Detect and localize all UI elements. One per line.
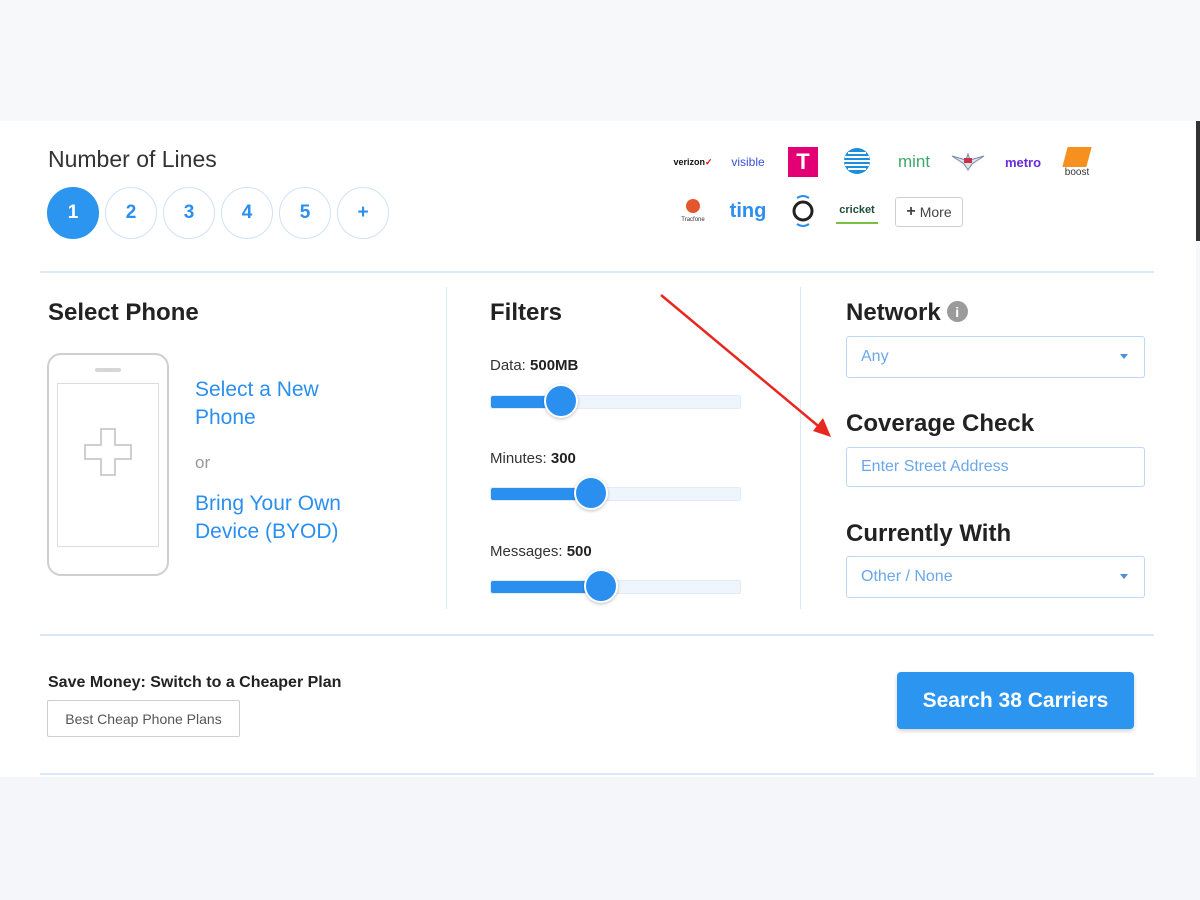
byod-link[interactable]: Bring Your Own Device (BYOD) (195, 490, 385, 546)
save-money-title: Save Money: Switch to a Cheaper Plan (48, 674, 342, 691)
divider-col1 (446, 287, 447, 609)
messages-slider-label: Messages: 500 (490, 543, 592, 560)
carrier-cricket-logo[interactable]: cricket (836, 198, 878, 224)
carrier-usmobile-logo[interactable] (948, 148, 988, 174)
chevron-down-icon (1120, 354, 1128, 359)
lines-title: Number of Lines (48, 146, 217, 172)
xfinity-ring-icon (792, 195, 814, 227)
carrier-xfinity-logo[interactable] (788, 192, 818, 230)
page-scrollbar[interactable] (1196, 121, 1200, 241)
carrier-tracfone-logo[interactable]: Tracfone (674, 193, 712, 229)
divider-bottom (40, 773, 1154, 775)
data-slider-handle[interactable] (543, 384, 578, 418)
boost-arrow-icon (1062, 146, 1092, 167)
data-slider-label: Data: 500MB (490, 357, 579, 374)
network-select[interactable]: Any (846, 336, 1145, 378)
current-carrier-select[interactable]: Other / None (846, 556, 1145, 598)
info-icon[interactable]: i (946, 301, 968, 323)
messages-slider-handle[interactable] (583, 569, 618, 603)
line-count-selector: 1 2 3 4 5 + (47, 187, 389, 239)
line-button-2[interactable]: 2 (105, 187, 157, 239)
network-title: Network i (846, 299, 968, 327)
tracfone-flame-icon (686, 199, 700, 213)
coverage-title: Coverage Check (846, 410, 1035, 437)
minutes-slider-handle[interactable] (573, 476, 608, 510)
carrier-ting-logo[interactable]: ting (728, 198, 768, 224)
cheap-plans-button[interactable]: Best Cheap Phone Plans (47, 700, 240, 737)
minutes-slider-label: Minutes: 300 (490, 450, 576, 467)
select-new-phone-link[interactable]: Select a New Phone (195, 376, 365, 432)
currently-with-title: Currently With (846, 520, 1012, 547)
add-phone-plus-icon (84, 428, 132, 476)
divider-top (40, 271, 1154, 273)
carrier-att-logo[interactable] (841, 145, 873, 177)
filters-title: Filters (490, 299, 563, 326)
line-button-4[interactable]: 4 (221, 187, 273, 239)
divider-middle (40, 634, 1154, 636)
line-button-more[interactable]: + (337, 187, 389, 239)
messages-slider[interactable] (490, 569, 741, 603)
carrier-mint-logo[interactable]: mint (892, 148, 936, 176)
carrier-boost-logo[interactable]: boost (1056, 143, 1098, 181)
phone-screen (57, 383, 159, 547)
line-button-3[interactable]: 3 (163, 187, 215, 239)
carrier-visible-logo[interactable]: visible (726, 150, 770, 174)
phone-placeholder[interactable] (47, 353, 169, 576)
street-address-input[interactable] (846, 447, 1145, 487)
select-phone-title: Select Phone (48, 299, 199, 326)
usmobile-wings-icon (951, 152, 985, 171)
plus-icon: + (906, 203, 916, 220)
annotation-arrow-icon (660, 294, 831, 437)
carrier-tmobile-logo[interactable]: T (788, 147, 818, 177)
phone-speaker-icon (95, 368, 121, 372)
more-carriers-button[interactable]: + More (895, 197, 963, 227)
att-globe-icon (844, 148, 870, 174)
line-button-1[interactable]: 1 (47, 187, 99, 239)
minutes-slider[interactable] (490, 476, 741, 510)
chevron-down-icon (1120, 574, 1128, 579)
line-button-5[interactable]: 5 (279, 187, 331, 239)
carrier-verizon-logo[interactable]: verizon ✓ (672, 150, 714, 174)
or-separator: or (195, 453, 211, 472)
carrier-metro-logo[interactable]: metro (1001, 150, 1045, 174)
search-carriers-button[interactable]: Search 38 Carriers (897, 672, 1134, 729)
